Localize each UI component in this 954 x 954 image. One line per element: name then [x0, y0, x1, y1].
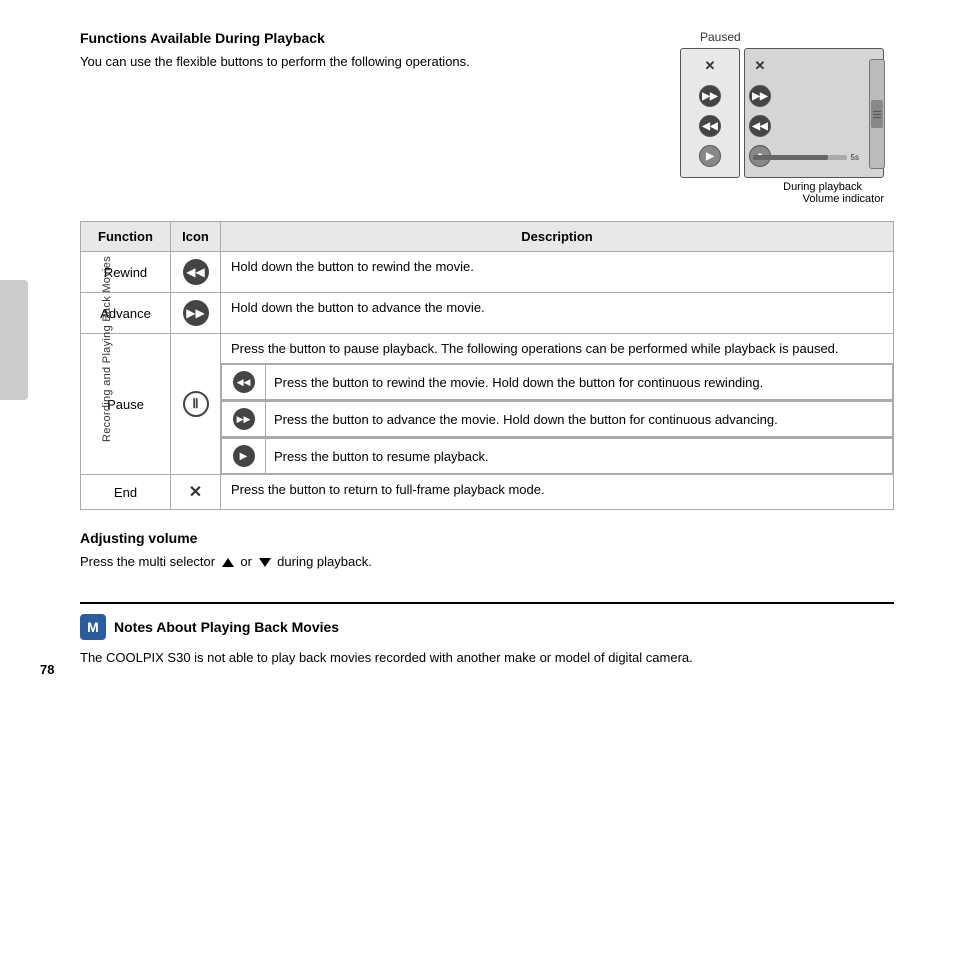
sub-icon-rewind: ◀◀: [222, 365, 266, 400]
col-header-icon: Icon: [171, 222, 221, 252]
camera-screen-playback: ✕ ▶▶ ◀◀ ⏸ 5s: [744, 48, 884, 178]
icon-end: ✕: [171, 475, 221, 510]
sub-play-icon: ▶: [233, 445, 255, 467]
desc-pause-main: Press the button to pause playback. The …: [221, 334, 894, 364]
progress-time: 5s: [851, 153, 859, 162]
progress-bar-area: 5s: [753, 151, 859, 163]
sub-row-play-cell: ▶ Press the button to resume playback.: [221, 438, 894, 475]
paused-label: Paused: [700, 30, 741, 44]
screen-x-icon: ✕: [699, 55, 721, 77]
icon-rewind: ◀◀: [171, 252, 221, 293]
section2-or: or: [240, 554, 252, 569]
advance-circle-icon: ▶▶: [183, 300, 209, 326]
col-header-description: Description: [221, 222, 894, 252]
notes-section: M Notes About Playing Back Movies The CO…: [80, 602, 894, 668]
screen-large-x-icon: ✕: [749, 55, 771, 77]
page-number: 78: [40, 662, 54, 677]
section1-desc: You can use the flexible buttons to perf…: [80, 52, 660, 72]
sub-desc-rewind: Press the button to rewind the movie. Ho…: [266, 365, 893, 400]
section1-title: Functions Available During Playback: [80, 30, 660, 46]
screen-large-rewind-icon: ◀◀: [749, 115, 771, 137]
desc-rewind: Hold down the button to rewind the movie…: [221, 252, 894, 293]
during-playback-label: During playback: [783, 181, 862, 193]
volume-indicator-label: Volume indicator: [803, 193, 884, 205]
volume-line-1: [873, 111, 881, 112]
desc-end: Press the button to return to full-frame…: [221, 475, 894, 510]
section2-desc: Press the multi selector or during playb…: [80, 552, 894, 572]
sub-desc-play: Press the button to resume playback.: [266, 439, 893, 474]
notes-header: M Notes About Playing Back Movies: [80, 614, 894, 640]
volume-handle: [871, 100, 883, 128]
table-row-end: End ✕ Press the button to return to full…: [81, 475, 894, 510]
icon-pause: Ⅱ: [171, 334, 221, 475]
sidebar-label: Recording and Playing Back Movies: [101, 256, 113, 442]
screen-rewind-icon: ◀◀: [699, 115, 721, 137]
table-row-rewind: Rewind ◀◀ Hold down the button to rewind…: [81, 252, 894, 293]
triangle-down-icon: [259, 558, 271, 567]
volume-line-3: [873, 117, 881, 118]
rewind-circle-icon: ◀◀: [183, 259, 209, 285]
volume-slider: [869, 59, 885, 169]
screen-play-icon: ▶: [699, 145, 721, 167]
sub-row-advance-cell: ▶▶ Press the button to advance the movie…: [221, 401, 894, 438]
x-mark-icon: ✕: [189, 484, 202, 501]
camera-ui: Paused ✕ ▶▶ ◀◀ ▶ ✕ ▶▶ ◀◀ ⏸: [680, 30, 884, 205]
table-row-pause: Pause Ⅱ Press the button to pause playba…: [81, 334, 894, 364]
sidebar-tab: [0, 280, 28, 400]
camera-screens: ✕ ▶▶ ◀◀ ▶ ✕ ▶▶ ◀◀ ⏸: [680, 48, 884, 178]
sub-row-rewind-cell: ◀◀ Press the button to rewind the movie.…: [221, 364, 894, 401]
section2-prefix: Press the multi selector: [80, 554, 215, 569]
pause-circle-icon: Ⅱ: [183, 391, 209, 417]
sub-icon-advance: ▶▶: [222, 402, 266, 437]
sub-rewind-icon: ◀◀: [233, 371, 255, 393]
section2-suffix: during playback.: [277, 554, 372, 569]
desc-advance: Hold down the button to advance the movi…: [221, 293, 894, 334]
progress-fill: [753, 155, 828, 160]
notes-icon: M: [80, 614, 106, 640]
sub-advance-icon: ▶▶: [233, 408, 255, 430]
func-end: End: [81, 475, 171, 510]
triangle-up-icon: [222, 558, 234, 567]
volume-line-2: [873, 114, 881, 115]
notes-text: The COOLPIX S30 is not able to play back…: [80, 648, 894, 668]
camera-screen-paused: ✕ ▶▶ ◀◀ ▶: [680, 48, 740, 178]
notes-title: Notes About Playing Back Movies: [114, 619, 339, 635]
section2-title: Adjusting volume: [80, 530, 894, 546]
sub-desc-advance: Press the button to advance the movie. H…: [266, 402, 893, 437]
top-text: Functions Available During Playback You …: [80, 30, 660, 88]
func-pause: Pause: [81, 334, 171, 475]
function-table: Function Icon Description Rewind ◀◀ Hold…: [80, 221, 894, 510]
func-advance: Advance: [81, 293, 171, 334]
sub-icon-play: ▶: [222, 439, 266, 474]
func-rewind: Rewind: [81, 252, 171, 293]
top-area: Functions Available During Playback You …: [80, 30, 894, 205]
col-header-function: Function: [81, 222, 171, 252]
table-row-advance: Advance ▶▶ Hold down the button to advan…: [81, 293, 894, 334]
progress-bar: [753, 155, 847, 160]
screen-large-forward-icon: ▶▶: [749, 85, 771, 107]
screen-forward-icon: ▶▶: [699, 85, 721, 107]
icon-advance: ▶▶: [171, 293, 221, 334]
